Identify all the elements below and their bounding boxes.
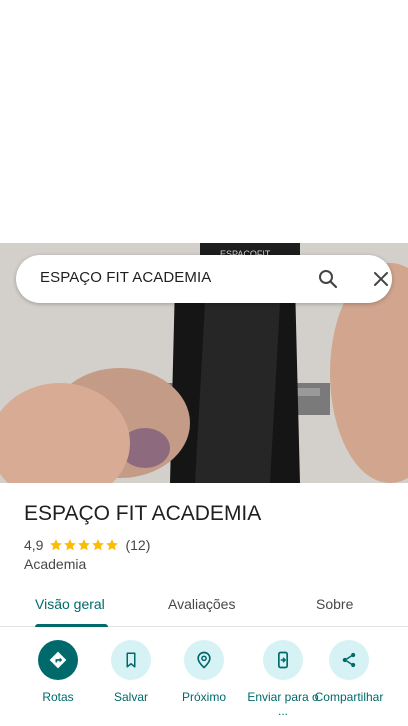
star-icon [78, 539, 91, 551]
nearby-label: Próximo [181, 690, 226, 704]
directions-icon [38, 640, 78, 680]
close-icon[interactable] [369, 267, 393, 291]
share-button[interactable]: Compartilhar [309, 640, 389, 704]
tab-bar: Visão geral Avaliações Sobre [0, 585, 408, 627]
active-tab-indicator [35, 624, 108, 627]
star-icon [50, 539, 63, 551]
tab-about[interactable]: Sobre [316, 596, 353, 612]
review-count: (12) [125, 537, 151, 553]
search-bar[interactable]: ESPAÇO FIT ACADEMIA [16, 255, 392, 303]
save-button[interactable]: Salvar [91, 640, 171, 704]
nearby-icon [184, 640, 224, 680]
place-category: Academia [24, 556, 87, 572]
directions-button[interactable]: Rotas [18, 640, 98, 704]
star-icon [92, 539, 105, 551]
search-icon[interactable] [316, 267, 340, 291]
tab-reviews[interactable]: Avaliações [168, 596, 235, 612]
send-to-phone-icon [263, 640, 303, 680]
save-label: Salvar [113, 690, 148, 704]
star-icon [64, 539, 77, 551]
nearby-button[interactable]: Próximo [164, 640, 244, 704]
star-rating [49, 538, 119, 552]
directions-label: Rotas [42, 690, 74, 704]
action-buttons: Rotas Salvar Próximo Enviar para o ... C… [0, 640, 408, 726]
place-title: ESPAÇO FIT ACADEMIA [24, 502, 262, 525]
rating-row[interactable]: 4,9 (12) [24, 536, 150, 554]
share-icon [329, 640, 369, 680]
tab-overview[interactable]: Visão geral [35, 596, 105, 612]
star-icon [106, 539, 119, 551]
share-label: Compartilhar [314, 690, 384, 704]
search-input[interactable]: ESPAÇO FIT ACADEMIA [40, 269, 211, 286]
rating-value: 4,9 [24, 537, 44, 553]
bookmark-icon [111, 640, 151, 680]
